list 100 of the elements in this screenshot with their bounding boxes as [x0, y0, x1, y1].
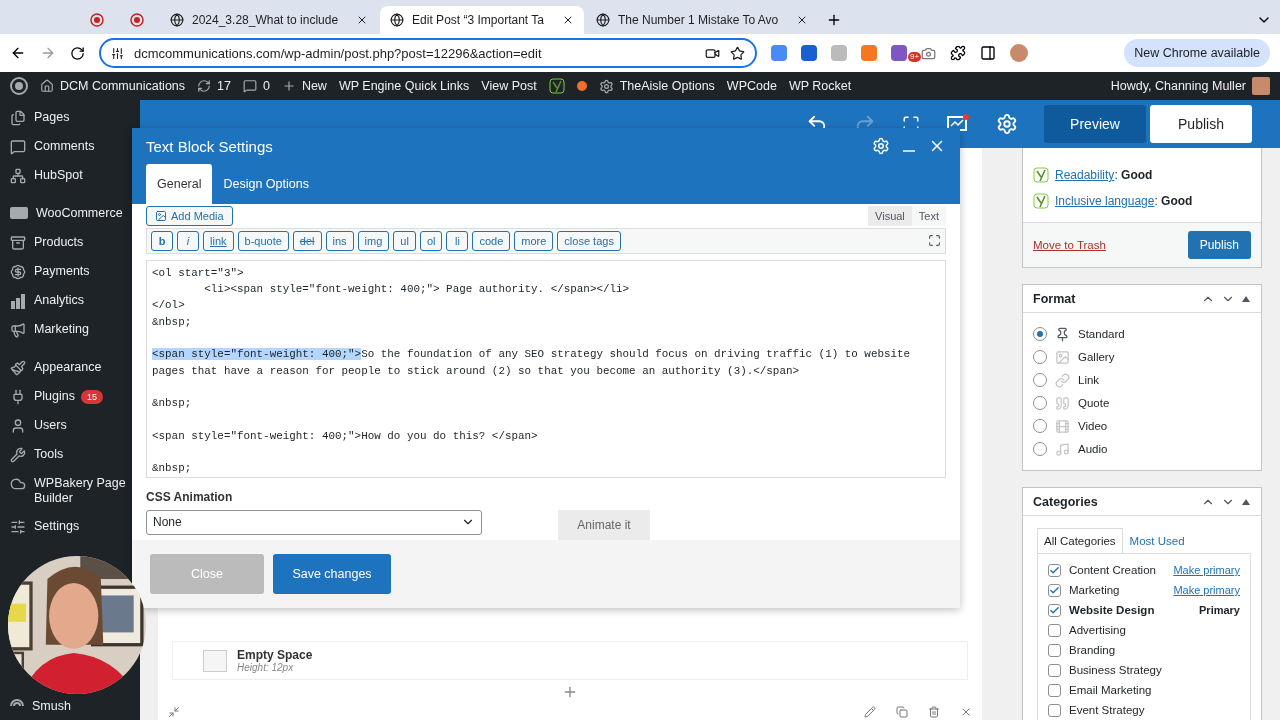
sidebar-item[interactable]: WPBakery Page Builder: [34, 476, 134, 506]
star-icon[interactable]: [730, 45, 745, 61]
checkbox[interactable]: [1048, 703, 1061, 717]
update-button[interactable]: New Chrome available: [1124, 39, 1270, 67]
quicktag-button[interactable]: ol: [419, 230, 443, 251]
admin-bar-item[interactable]: 17: [217, 79, 231, 93]
greeting-text[interactable]: Howdy, Channing Muller: [1110, 79, 1246, 93]
make-primary-link[interactable]: Make primary: [1173, 564, 1240, 576]
save-button[interactable]: Save changes: [273, 553, 391, 594]
extension-icon[interactable]: [891, 45, 907, 61]
quicktag-button[interactable]: link: [203, 230, 234, 251]
quicktag-button[interactable]: close tags: [557, 230, 621, 251]
extension-icon[interactable]: [771, 45, 787, 61]
quicktag-button[interactable]: ul: [393, 230, 416, 251]
sidebar-item[interactable]: Plugins 15: [34, 389, 103, 405]
fullscreen-icon[interactable]: [928, 234, 941, 248]
cloud-icon: [10, 476, 26, 492]
dialog-tab[interactable]: Design Options: [212, 163, 320, 204]
sidebar-item[interactable]: Users: [34, 418, 67, 433]
quicktag-button[interactable]: i: [177, 230, 199, 251]
format-option[interactable]: Quote: [1033, 394, 1251, 412]
edit-icon[interactable]: [864, 706, 876, 718]
admin-bar-item[interactable]: WPCode: [726, 79, 777, 93]
animation-select[interactable]: None: [146, 509, 482, 535]
animate-button[interactable]: Animate it: [558, 509, 650, 540]
checkbox[interactable]: [1048, 663, 1061, 677]
sidebar-item[interactable]: Payments: [34, 264, 90, 279]
quicktag-button[interactable]: img: [357, 230, 390, 251]
browser-tab[interactable]: Edit Post “3 Important Ta: [380, 6, 584, 34]
sidebar-item[interactable]: HubSpot: [34, 168, 83, 183]
checkbox[interactable]: [1048, 563, 1061, 577]
make-primary-link[interactable]: Make primary: [1173, 584, 1240, 596]
format-option[interactable]: Gallery: [1033, 348, 1251, 366]
trash-link[interactable]: Move to Trash: [1033, 239, 1106, 251]
admin-bar-item[interactable]: New: [301, 79, 327, 93]
checkbox[interactable]: [1048, 623, 1061, 637]
browser-tab[interactable]: The Number 1 Mistake To Avo: [585, 6, 819, 34]
sidebar-item[interactable]: Marketing: [34, 322, 89, 337]
sidebar-item[interactable]: Appearance: [34, 360, 102, 375]
quicktag-button[interactable]: ins: [325, 230, 354, 251]
sidebar-item[interactable]: Products: [34, 235, 84, 250]
browser-tab[interactable]: 2024_3.28_What to include: [160, 6, 379, 34]
extension-icon[interactable]: [801, 45, 817, 61]
category-label: Branding: [1069, 644, 1117, 656]
add-icon[interactable]: [562, 684, 578, 700]
admin-bar-item[interactable]: WP Rocket: [788, 79, 852, 93]
admin-bar-item[interactable]: View Post: [481, 79, 537, 93]
format-option[interactable]: Standard: [1033, 325, 1251, 343]
sidebar-item[interactable]: Smush: [32, 699, 71, 714]
url-field[interactable]: dcmcommunications.com/wp-admin/post.php?post=12296&action=edit: [99, 38, 757, 68]
quicktag-button[interactable]: li: [446, 230, 469, 251]
settings-icon[interactable]: [996, 113, 1018, 135]
puzzle-icon[interactable]: [950, 45, 966, 61]
back-icon[interactable]: [10, 45, 26, 61]
sidebar-item[interactable]: WooCommerce: [36, 206, 123, 221]
code-line: <li><span style="font-weight: 400;"> Page authority. </span></li>: [203, 282, 631, 298]
collapse-icon[interactable]: [168, 706, 180, 718]
admin-bar-item[interactable]: WP Engine Quick Links: [338, 79, 470, 93]
reload-icon[interactable]: [70, 45, 85, 61]
quicktag-button[interactable]: code: [472, 230, 511, 251]
code-line: &nbsp;: [152, 461, 193, 477]
dialog-tab[interactable]: General: [146, 163, 213, 204]
sidebar-item[interactable]: Tools: [34, 447, 64, 462]
side-panel-icon[interactable]: [980, 45, 996, 61]
element-card[interactable]: Empty Space Height: 12px: [172, 641, 968, 680]
preview-button[interactable]: Preview: [1044, 105, 1146, 143]
camera-icon[interactable]: [921, 45, 936, 61]
checkbox[interactable]: [1048, 603, 1061, 617]
avatar[interactable]: [1010, 44, 1028, 62]
admin-bar-item[interactable]: 0: [262, 79, 270, 93]
copy-icon[interactable]: [896, 706, 908, 718]
checkbox[interactable]: [1048, 583, 1061, 597]
publish-button[interactable]: Publish: [1187, 231, 1251, 259]
sidebar-item[interactable]: Comments: [34, 139, 95, 154]
triangle-icon[interactable]: [1241, 497, 1251, 506]
quicktag-button[interactable]: more: [514, 230, 554, 251]
triangle-icon[interactable]: [1241, 294, 1251, 303]
format-option[interactable]: Link: [1033, 371, 1251, 389]
publish-button[interactable]: Publish: [1150, 105, 1252, 143]
sidebar-item[interactable]: Analytics: [34, 293, 85, 308]
sidebar-item[interactable]: Pages: [34, 110, 70, 125]
format-option[interactable]: Audio: [1033, 440, 1251, 458]
admin-bar-item[interactable]: TheAisle Options: [619, 79, 715, 93]
forward-icon[interactable]: [40, 45, 56, 61]
format-option[interactable]: Video: [1033, 417, 1251, 435]
settings-icon[interactable]: [872, 137, 890, 155]
editor-tab[interactable]: Text: [911, 205, 946, 226]
add-media-button[interactable]: Add Media: [146, 205, 233, 226]
quicktag-button[interactable]: b-quote: [237, 230, 289, 251]
quicktag-button[interactable]: del: [292, 230, 322, 251]
checkbox[interactable]: [1048, 643, 1061, 657]
category-tab[interactable]: All Categories: [1037, 528, 1123, 553]
code-editor[interactable]: [146, 259, 946, 478]
sidebar-item[interactable]: Settings: [34, 519, 80, 534]
editor-tab[interactable]: Visual: [868, 205, 912, 226]
admin-bar-item[interactable]: DCM Communications: [60, 79, 186, 93]
quicktag-button[interactable]: b: [151, 230, 173, 251]
delete-icon[interactable]: [928, 706, 940, 718]
checkbox[interactable]: [1048, 683, 1061, 697]
yoast-icon[interactable]: [548, 78, 565, 94]
